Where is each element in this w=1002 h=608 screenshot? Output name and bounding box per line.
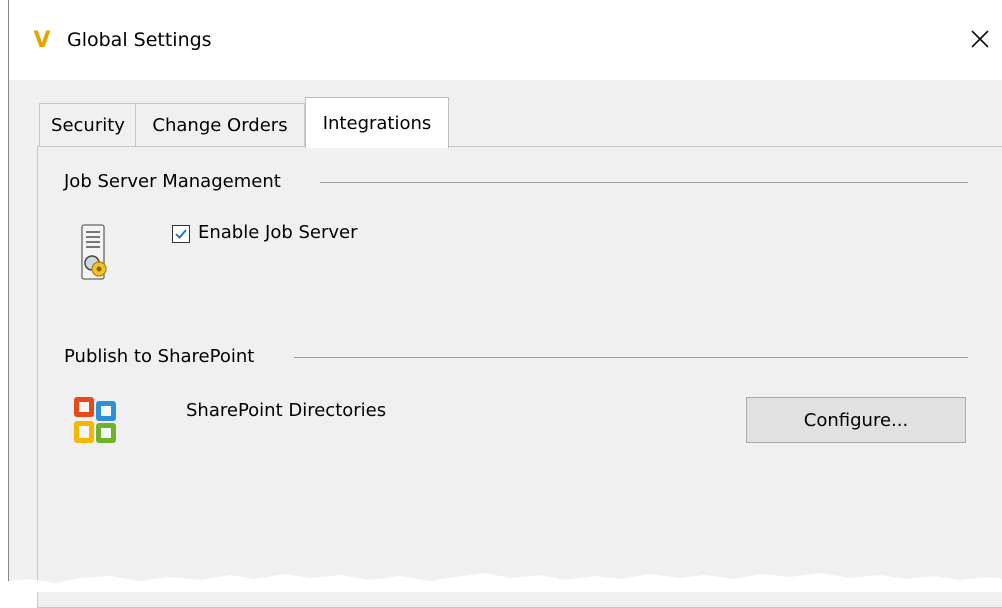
office-icon bbox=[70, 391, 124, 456]
enable-job-server-checkbox[interactable] bbox=[172, 225, 190, 243]
app-logo-icon: V bbox=[33, 27, 51, 53]
tab-security-label: Security bbox=[51, 115, 125, 136]
enable-job-server-label[interactable]: Enable Job Server bbox=[198, 222, 358, 243]
sharepoint-separator bbox=[294, 357, 968, 358]
torn-edge bbox=[0, 573, 1002, 592]
job-server-separator bbox=[320, 182, 968, 183]
close-icon bbox=[971, 30, 989, 48]
global-settings-dialog: V Global Settings Security Change Orders… bbox=[8, 0, 1002, 608]
window-title: Global Settings bbox=[67, 29, 212, 51]
integrations-panel: Job Server Management Enable Job Server … bbox=[37, 146, 1002, 608]
sharepoint-group-label: Publish to SharePoint bbox=[64, 346, 259, 367]
sharepoint-directories-label: SharePoint Directories bbox=[186, 400, 387, 421]
title-bar: V Global Settings bbox=[9, 0, 1002, 80]
tab-integrations[interactable]: Integrations bbox=[305, 97, 449, 148]
checkmark-icon bbox=[175, 229, 187, 239]
tab-security[interactable]: Security bbox=[39, 103, 137, 147]
job-server-group-label: Job Server Management bbox=[64, 171, 285, 192]
tab-change-orders-label: Change Orders bbox=[152, 115, 288, 136]
configure-button[interactable]: Configure... bbox=[746, 397, 966, 443]
job-server-icon bbox=[74, 219, 120, 294]
close-button[interactable] bbox=[957, 16, 1002, 62]
tab-integrations-label: Integrations bbox=[322, 112, 432, 134]
tab-change-orders[interactable]: Change Orders bbox=[135, 103, 305, 147]
